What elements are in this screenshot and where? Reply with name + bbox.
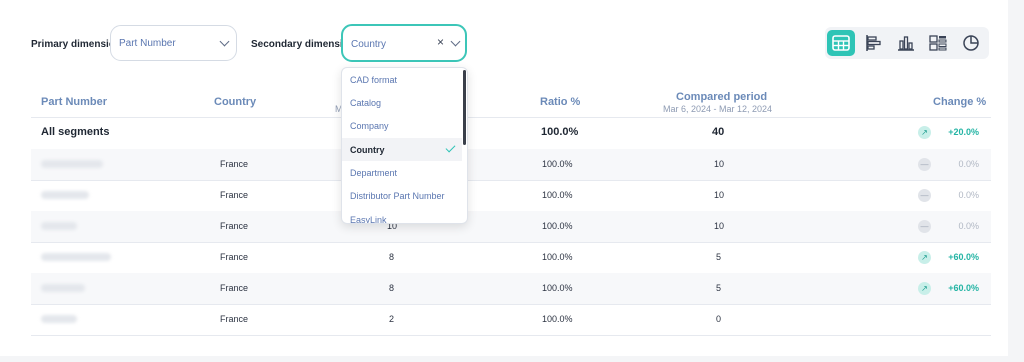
col-header-change[interactable]: Change %	[933, 96, 986, 108]
redacted-part-number	[41, 222, 77, 230]
horizontal-bars-icon	[866, 35, 881, 51]
redacted-part-number	[41, 284, 85, 292]
table-icon	[832, 35, 850, 51]
redacted-part-number	[41, 253, 111, 261]
clear-icon[interactable]: ×	[437, 35, 444, 49]
all-segments-compared: 40	[712, 126, 725, 138]
table-row[interactable]: France 8 100.0% 5 ↗ +60.0%	[31, 242, 991, 274]
trend-flat-icon: —	[918, 189, 931, 202]
primary-dimension-value: Part Number	[119, 38, 176, 49]
row-ratio: 100.0%	[542, 190, 573, 200]
secondary-dimension-value: Country	[351, 39, 387, 50]
row-compared: 10	[714, 221, 725, 231]
row-country: France	[220, 283, 249, 293]
trend-flat-icon: —	[918, 220, 931, 233]
redacted-part-number	[41, 315, 77, 323]
all-segments-change: +20.0%	[948, 127, 979, 137]
col-header-part-number[interactable]: Part Number	[41, 96, 107, 108]
table-row[interactable]: France 100.0% 10 — 0.0%	[31, 149, 991, 181]
row-compared: 5	[716, 283, 722, 293]
row-current: 8	[389, 252, 395, 262]
horizontal-bars-view-button[interactable]	[860, 30, 888, 56]
trend-up-icon: ↗	[918, 282, 931, 295]
vertical-bars-view-button[interactable]	[892, 30, 920, 56]
trend-up-icon: ↗	[918, 251, 931, 264]
dropdown-option-catalog[interactable]: Catalog	[342, 91, 462, 114]
all-segments-ratio: 100.0%	[541, 126, 579, 138]
secondary-dimension-select[interactable]: Country ×	[341, 24, 467, 62]
row-compared: 0	[716, 314, 722, 324]
row-country: France	[220, 159, 249, 169]
row-change: +60.0%	[948, 252, 979, 262]
dropdown-option-cad-format[interactable]: CAD format	[342, 68, 462, 91]
primary-dimension-select[interactable]: Part Number	[110, 25, 237, 61]
row-country: France	[220, 314, 249, 324]
row-ratio: 100.0%	[542, 221, 573, 231]
secondary-dimension-label: Secondary dimension	[251, 39, 355, 50]
row-change: 0.0%	[958, 159, 979, 169]
compared-period-range: Mar 6, 2024 - Mar 12, 2024	[663, 104, 773, 114]
primary-dimension-label: Primary dimension	[31, 39, 122, 50]
trend-up-icon: ↗	[918, 126, 931, 139]
row-ratio: 100.0%	[542, 252, 573, 262]
pie-chart-view-button[interactable]	[957, 30, 985, 56]
redacted-part-number	[41, 191, 89, 199]
all-segments-row: All segments 100.0% 40 ↗ +20.0%	[31, 117, 991, 150]
chevron-down-icon[interactable]	[450, 36, 461, 47]
row-current: 2	[389, 314, 395, 324]
col-header-ratio[interactable]: Ratio %	[540, 96, 580, 108]
trend-flat-icon: —	[918, 158, 931, 171]
row-ratio: 100.0%	[542, 283, 573, 293]
chevron-down-icon	[219, 36, 230, 47]
row-country: France	[220, 252, 249, 262]
row-compared: 10	[714, 190, 725, 200]
table-row[interactable]: France 10 100.0% 10 — 0.0%	[31, 211, 991, 243]
col-header-country[interactable]: Country	[214, 96, 256, 108]
dropdown-scrollbar[interactable]	[463, 70, 466, 145]
row-ratio: 100.0%	[542, 159, 573, 169]
row-compared: 5	[716, 252, 722, 262]
row-current: 8	[389, 283, 395, 293]
row-change: +60.0%	[948, 283, 979, 293]
checkmark-icon	[445, 142, 456, 153]
all-segments-label: All segments	[41, 126, 110, 138]
report-card: Primary dimension Part Number Secondary …	[0, 0, 1008, 356]
view-mode-switcher	[825, 27, 989, 59]
row-change: 0.0%	[958, 190, 979, 200]
row-country: France	[220, 190, 249, 200]
row-ratio: 100.0%	[542, 314, 573, 324]
table-view-button[interactable]	[827, 30, 855, 56]
dropdown-option-easylink[interactable]: EasyLink	[342, 208, 462, 223]
pie-chart-icon	[963, 35, 979, 51]
table-row[interactable]: France 2 100.0% 0	[31, 304, 991, 336]
grid-list-view-button[interactable]	[924, 30, 952, 56]
dropdown-option-distributor-part-number[interactable]: Distributor Part Number	[342, 184, 462, 207]
dropdown-option-department[interactable]: Department	[342, 161, 462, 184]
vertical-bars-icon	[898, 36, 914, 51]
dropdown-option-country[interactable]: Country	[342, 138, 462, 161]
table-row[interactable]: France 100.0% 10 — 0.0%	[31, 180, 991, 212]
row-compared: 10	[714, 159, 725, 169]
redacted-part-number	[41, 160, 103, 168]
secondary-dimension-dropdown: CAD format Catalog Company Country Depar…	[341, 67, 468, 224]
grid-list-icon	[929, 35, 947, 51]
dropdown-option-company[interactable]: Company	[342, 114, 462, 137]
col-header-compared-period[interactable]: Compared period	[676, 91, 767, 103]
table-row[interactable]: France 8 100.0% 5 ↗ +60.0%	[31, 273, 991, 305]
row-country: France	[220, 221, 249, 231]
row-change: 0.0%	[958, 221, 979, 231]
